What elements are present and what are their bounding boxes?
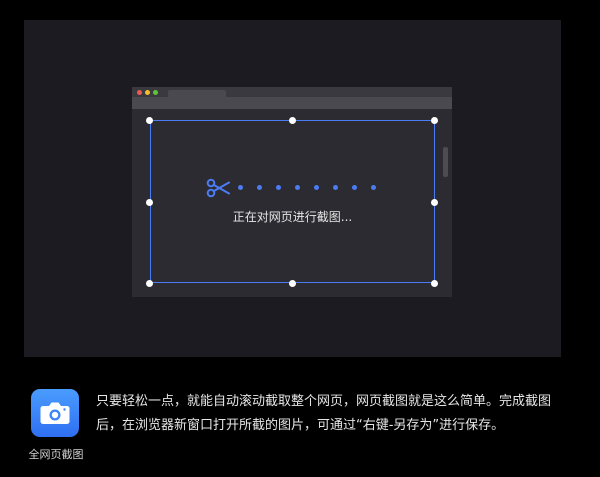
cut-dot: [238, 185, 243, 190]
cut-dot: [257, 185, 262, 190]
cut-dot: [295, 185, 300, 190]
cut-dot: [352, 185, 357, 190]
cut-dot: [314, 185, 319, 190]
cut-dot: [333, 185, 338, 190]
selection-handle-bottom-right[interactable]: [431, 280, 438, 287]
camera-icon: [40, 402, 70, 424]
app-description: 只要轻松一点，就能自动滚动截取整个网页，网页截图就是这么简单。完成截图后，在浏览…: [96, 394, 552, 433]
maximize-dot-icon: [153, 90, 158, 95]
scissors-icon: [206, 178, 230, 198]
minimize-dot-icon: [145, 90, 150, 95]
app-name: 全网页截图: [28, 448, 84, 461]
browser-scrollbar: [443, 147, 448, 177]
selection-handle-right[interactable]: [431, 199, 438, 206]
selection-handle-top-right[interactable]: [431, 117, 438, 124]
cut-dot: [371, 185, 376, 190]
selection-handle-top[interactable]: [289, 117, 296, 124]
selection-handle-left[interactable]: [146, 199, 153, 206]
capture-selection-box[interactable]: [150, 120, 435, 283]
browser-titlebar: [132, 87, 452, 97]
cut-line-dots: [238, 185, 383, 191]
selection-handle-bottom[interactable]: [289, 280, 296, 287]
browser-address-bar: [132, 97, 452, 109]
capture-status-text: 正在对网页进行截图...: [232, 210, 353, 224]
cut-dot: [276, 185, 281, 190]
close-dot-icon: [137, 90, 142, 95]
app-icon[interactable]: [31, 389, 79, 437]
browser-tab: [168, 90, 226, 97]
selection-handle-top-left[interactable]: [146, 117, 153, 124]
selection-handle-bottom-left[interactable]: [146, 280, 153, 287]
